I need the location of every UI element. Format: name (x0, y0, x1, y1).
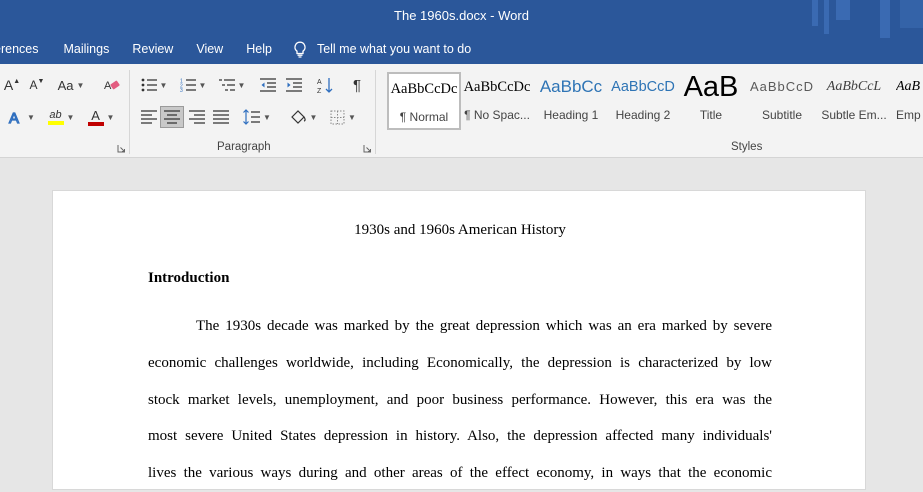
group-separator (375, 70, 376, 154)
paragraph-dialog-launcher-icon[interactable] (363, 144, 372, 153)
paragraph-group-label: Paragraph (217, 141, 271, 153)
numbering-button[interactable]: 1 2 3 ▼ (176, 74, 210, 96)
clear-formatting-button[interactable]: A (101, 74, 123, 96)
justify-icon (213, 110, 229, 124)
increase-indent-button[interactable] (283, 74, 305, 96)
style-heading-1[interactable]: AaBbCc Heading 1 (534, 72, 608, 130)
svg-text:A: A (104, 80, 112, 92)
change-case-button[interactable]: Aa ▼ (55, 74, 87, 96)
shading-button[interactable]: ▼ (286, 106, 320, 128)
tell-me-search[interactable]: Tell me what you want to do (293, 41, 471, 58)
lightbulb-icon (294, 41, 306, 58)
align-left-button[interactable] (138, 106, 160, 128)
style-heading-2[interactable]: AaBbCcD Heading 2 (606, 72, 680, 130)
borders-button[interactable]: ▼ (326, 106, 360, 128)
paragraph-line: The 1930s decade was marked by the great… (196, 318, 772, 334)
tell-me-label: Tell me what you want to do (316, 42, 472, 56)
grow-font-button[interactable]: A ▲ (2, 74, 22, 96)
paint-bucket-icon (290, 110, 306, 124)
paragraph-line: most severe United States depression in … (148, 428, 772, 445)
style-subtle-emphasis[interactable]: AaBbCcL Subtle Em... (817, 72, 891, 130)
svg-text:3: 3 (180, 88, 183, 92)
justify-button[interactable] (210, 106, 232, 128)
document-title: 1930s and 1960s American History (354, 222, 566, 238)
increase-indent-icon (286, 78, 302, 92)
document-page[interactable]: 1930s and 1960s American History Introdu… (52, 190, 866, 490)
style-emphasis[interactable]: AaB Emp (890, 72, 923, 130)
ribbon: A ▲ A ▼ Aa ▼ A A ▼ ab ▼ A ▼ ▼ 1 2 3 ▼ ▼ … (0, 64, 923, 158)
styles-group-label: Styles (731, 141, 763, 153)
multilevel-list-button[interactable]: ▼ (215, 74, 249, 96)
style-normal[interactable]: AaBbCcDc ¶ Normal (387, 72, 461, 130)
line-spacing-icon (243, 109, 261, 125)
tab-view[interactable]: View (196, 42, 223, 56)
highlight-color-button[interactable]: ab ▼ (44, 106, 78, 128)
font-color-icon: A (91, 107, 100, 123)
body-paragraph: The 1930s decade was marked by the great… (148, 308, 772, 492)
bullets-button[interactable]: ▼ (138, 74, 170, 96)
align-left-icon (141, 110, 157, 124)
tab-references[interactable]: erences (0, 42, 38, 56)
pilcrow-icon: ¶ (352, 76, 362, 94)
borders-icon (330, 110, 345, 124)
group-separator (129, 70, 130, 154)
font-dialog-launcher-icon[interactable] (117, 144, 126, 153)
window-title: The 1960s.docx - Word (394, 8, 529, 23)
align-center-icon (164, 110, 180, 124)
svg-text:A: A (317, 79, 322, 86)
highlighter-icon: ab (49, 109, 62, 121)
align-center-button[interactable] (160, 106, 184, 128)
change-case-icon: Aa (57, 77, 74, 93)
style-no-spacing[interactable]: AaBbCcDc ¶ No Spac... (460, 72, 534, 130)
ribbon-tab-bar: erences Mailings Review View Help Tell m… (0, 38, 471, 60)
styles-gallery: AaBbCcDc ¶ Normal AaBbCcDc ¶ No Spac... … (384, 70, 923, 134)
line-spacing-button[interactable]: ▼ (241, 106, 273, 128)
font-color-button[interactable]: A ▼ (84, 106, 118, 128)
sort-az-icon: A Z (317, 77, 332, 94)
align-right-icon (189, 110, 205, 124)
grow-font-icon: A (3, 77, 14, 93)
shrink-font-icon: A (29, 78, 38, 92)
style-title[interactable]: AaB Title (674, 72, 748, 130)
paragraph-line: lives the various ways during and other … (148, 465, 772, 482)
style-subtitle[interactable]: AaBbCcD Subtitle (745, 72, 819, 130)
tab-mailings[interactable]: Mailings (63, 42, 109, 56)
decrease-indent-button[interactable] (257, 74, 279, 96)
bullet-list-icon (141, 78, 157, 92)
document-heading: Introduction (148, 270, 230, 286)
show-marks-button[interactable]: ¶ (346, 74, 368, 96)
text-effects-button[interactable]: A ▼ (4, 106, 38, 128)
svg-text:A: A (9, 110, 19, 126)
svg-text:Z: Z (317, 88, 322, 94)
eraser-icon: A (104, 80, 120, 92)
text-effects-icon: A (8, 109, 19, 126)
shrink-font-button[interactable]: A ▼ (27, 74, 47, 96)
paragraph-line: stock market levels, unemployment, and p… (148, 391, 772, 408)
sort-button[interactable]: A Z (314, 74, 336, 96)
paragraph-line: economic challenges worldwide, including… (148, 354, 772, 371)
title-bar: The 1960s.docx - Word erences Mailings R… (0, 0, 923, 64)
decrease-indent-icon (260, 78, 276, 92)
tab-review[interactable]: Review (132, 42, 173, 56)
numbered-list-icon: 1 2 3 (180, 79, 196, 92)
align-right-button[interactable] (186, 106, 208, 128)
multilevel-list-icon (218, 79, 235, 91)
document-canvas: 1930s and 1960s American History Introdu… (0, 158, 923, 490)
tab-help[interactable]: Help (246, 42, 272, 56)
